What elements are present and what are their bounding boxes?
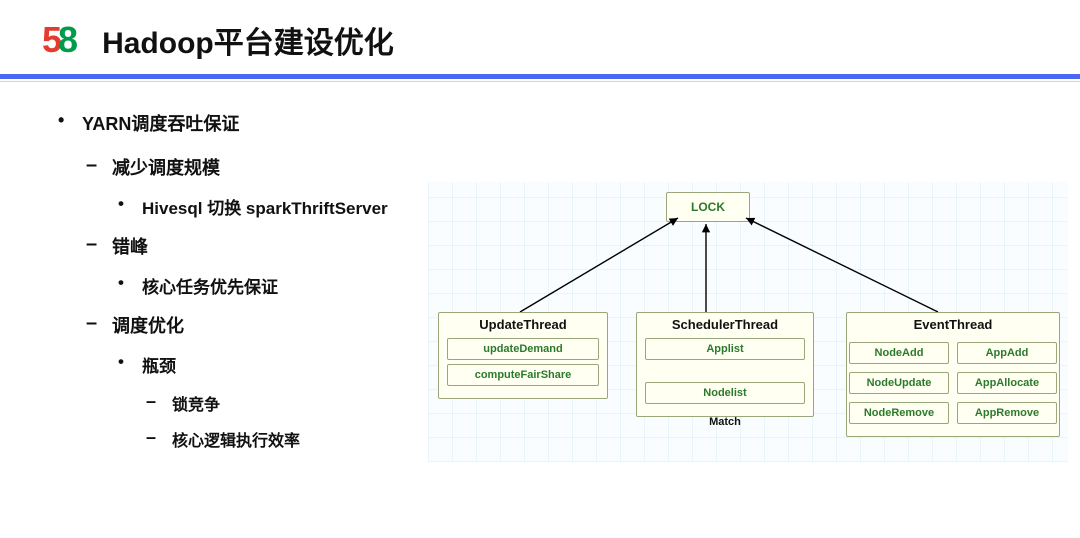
diagram-schedulerthread-title: SchedulerThread [645,317,805,332]
bullet-text: 减少调度规模 [112,158,220,178]
bullet-text: 锁竞争 [172,397,220,414]
diagram-eventthread-box: EventThread NodeAdd NodeUpdate NodeRemov… [846,312,1060,437]
bullet-text: 核心任务优先保证 [142,278,278,297]
logo-8: 8 [58,19,74,60]
bullet-text: 瓶颈 [142,357,176,376]
diagram-match-label: Match [645,416,805,428]
diagram-updatethread-box: UpdateThread updateDemand computeFairSha… [438,312,608,399]
logo-58: 58 [42,19,74,61]
page-title: Hadoop平台建设优化 [102,18,394,62]
diagram-updatethread-title: UpdateThread [447,317,599,332]
bullet-text: 调度优化 [112,316,184,336]
logo-5: 5 [42,19,58,60]
diagram-chip-nodelist: Nodelist [645,382,805,404]
header: 58 Hadoop平台建设优化 [0,0,1080,68]
diagram-lock-node: LOCK [666,192,750,222]
diagram-chip: NodeAdd [849,342,949,364]
yarn-lock-diagram: LOCK UpdateThread updateDemand computeFa… [428,182,1068,462]
diagram-chip: AppAllocate [957,372,1057,394]
diagram-chip-applist: Applist [645,338,805,360]
content: YARN调度吞吐保证 减少调度规模 Hivesql 切换 sparkThrift… [0,82,1080,451]
diagram-eventthread-title: EventThread [855,317,1051,332]
bullet-text: YARN调度吞吐保证 [82,114,239,134]
diagram-chip: updateDemand [447,338,599,360]
bullet-text: 错峰 [112,237,148,257]
diagram-chip: AppAdd [957,342,1057,364]
header-rule-primary [0,74,1080,79]
bullet-text: Hivesql 切换 sparkThriftServer [142,199,388,218]
diagram-chip: NodeRemove [849,402,949,424]
diagram-schedulerthread-box: SchedulerThread Applist Match Nodelist [636,312,814,417]
bullet-text: 核心逻辑执行效率 [172,433,300,450]
diagram-chip: NodeUpdate [849,372,949,394]
diagram-chip: AppRemove [957,402,1057,424]
diagram-chip: computeFairShare [447,364,599,386]
